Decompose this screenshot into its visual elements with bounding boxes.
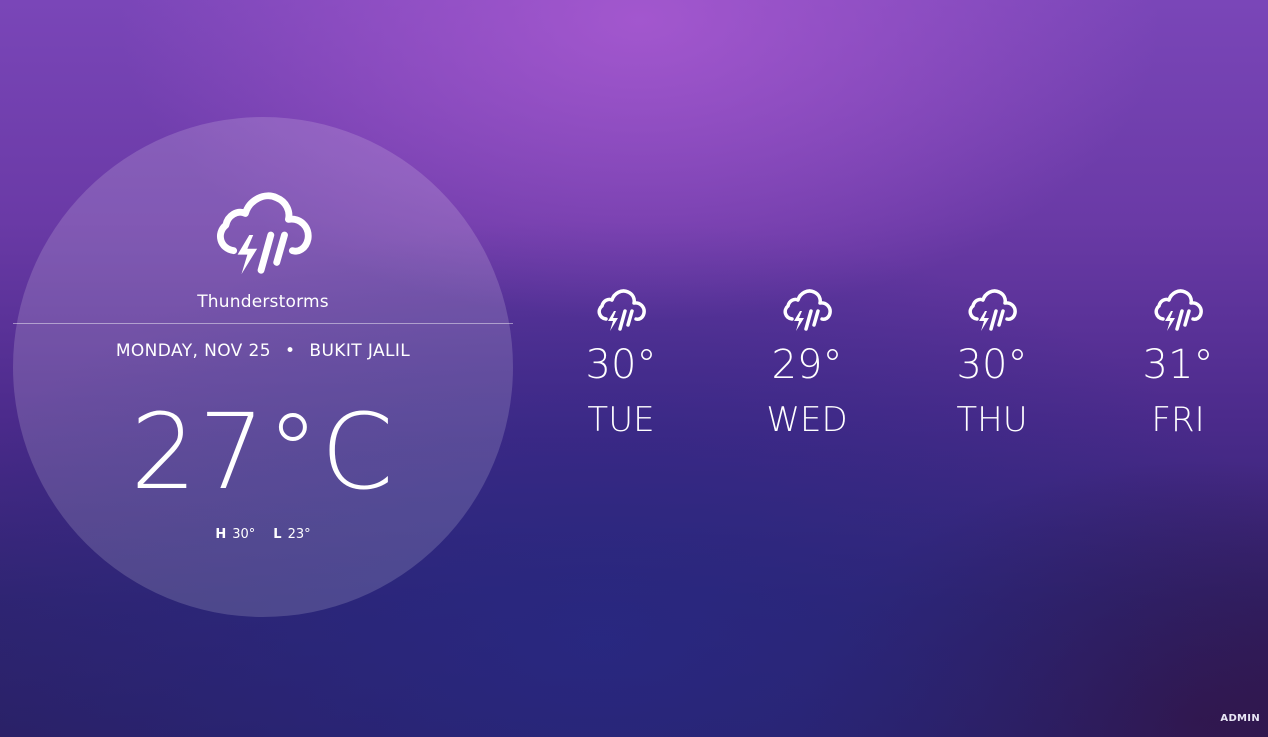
date-location: MONDAY, NOV 25 • BUKIT JALIL	[13, 341, 513, 361]
forecast-day-wed: 29° WED	[737, 288, 877, 440]
forecast-day-label: THU	[956, 400, 1028, 440]
high-value: 30°	[232, 527, 256, 542]
current-temperature: 27°C	[130, 391, 396, 513]
forecast-day-label: FRI	[1151, 400, 1205, 440]
thunderstorm-icon	[214, 190, 312, 280]
thunderstorm-icon	[596, 288, 646, 334]
current-condition: Thunderstorms	[197, 292, 329, 312]
thunderstorm-icon	[1153, 288, 1203, 334]
current-location: BUKIT JALIL	[309, 341, 411, 361]
current-date: MONDAY, NOV 25	[115, 341, 271, 361]
forecast-day-tue: 30° TUE	[551, 288, 691, 440]
forecast-day-fri: 31° FRI	[1108, 288, 1248, 440]
thunderstorm-icon	[782, 288, 832, 334]
forecast-day-thu: 30° THU	[922, 288, 1062, 440]
forecast-temp: 30°	[956, 342, 1028, 388]
high-label: H	[215, 527, 227, 542]
forecast-temp: 29°	[771, 342, 843, 388]
separator-dot: •	[284, 341, 296, 361]
forecast-day-label: TUE	[587, 400, 655, 440]
low-label: L	[273, 527, 282, 542]
admin-link[interactable]: ADMIN	[1220, 713, 1260, 724]
thunderstorm-icon	[967, 288, 1017, 334]
forecast-temp: 30°	[585, 342, 657, 388]
forecast-day-label: WED	[766, 400, 848, 440]
divider	[13, 323, 513, 324]
high-low: H 30° L 23°	[13, 527, 513, 542]
low-value: 23°	[287, 527, 311, 542]
forecast-temp: 31°	[1142, 342, 1214, 388]
